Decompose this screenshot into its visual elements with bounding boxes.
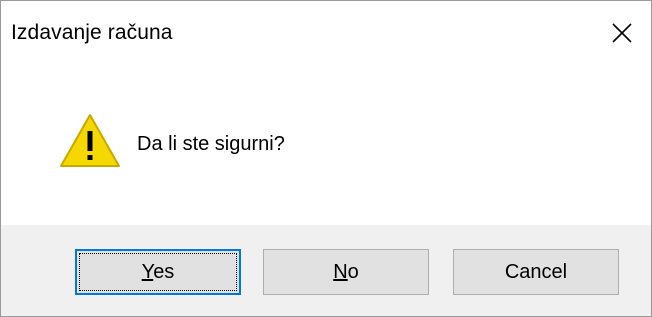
title-bar: Izdavanje računa xyxy=(1,1,651,65)
yes-label-rest: es xyxy=(153,260,175,283)
yes-button[interactable]: Yes xyxy=(75,249,241,295)
cancel-button[interactable]: Cancel xyxy=(453,249,619,295)
yes-mnemonic: Y xyxy=(141,260,154,283)
no-button[interactable]: No xyxy=(263,249,429,295)
message-dialog: Izdavanje računa Da li ste sigurni? Yes xyxy=(0,0,652,317)
cancel-button-label: Cancel xyxy=(504,260,568,283)
dialog-content: Da li ste sigurni? xyxy=(1,65,651,225)
no-label-rest: o xyxy=(347,260,359,283)
warning-icon xyxy=(59,113,121,169)
no-button-label: No xyxy=(333,261,359,284)
yes-button-label: Yes xyxy=(142,261,175,284)
close-icon xyxy=(612,23,632,43)
close-button[interactable] xyxy=(593,1,651,65)
dialog-message: Da li ste sigurni? xyxy=(137,133,285,155)
dialog-title: Izdavanje računa xyxy=(11,21,173,44)
no-mnemonic: N xyxy=(333,260,348,283)
button-bar: Yes No Cancel xyxy=(1,225,651,316)
